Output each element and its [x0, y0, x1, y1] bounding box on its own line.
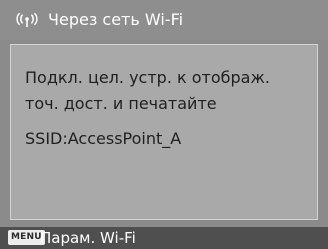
instruction-message: Подкл. цел. устр. к отображ. точ. дост. … — [25, 68, 270, 113]
wifi-signal-icon — [16, 12, 38, 27]
wifi-connection-screen: Через сеть Wi-Fi Подкл. цел. устр. к ото… — [0, 0, 328, 249]
screen-title: Через сеть Wi-Fi — [48, 10, 184, 29]
wifi-settings-label[interactable]: Парам. Wi-Fi — [40, 228, 136, 248]
ssid-label: SSID: — [25, 129, 68, 148]
ssid-value: AccessPoint_A — [67, 129, 182, 148]
footer-bar: MENU Парам. Wi-Fi — [0, 227, 328, 249]
screen-header: Через сеть Wi-Fi — [0, 0, 328, 40]
instruction-panel: Подкл. цел. устр. к отображ. точ. дост. … — [10, 44, 318, 220]
ssid-row: SSID:AccessPoint_A — [25, 129, 181, 149]
